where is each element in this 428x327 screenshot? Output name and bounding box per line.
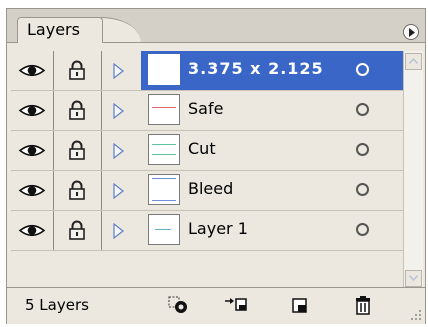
thumbnail-line xyxy=(155,229,171,230)
lock-toggle[interactable] xyxy=(53,51,102,90)
lock-icon xyxy=(69,180,85,200)
target-circle-icon[interactable] xyxy=(356,223,369,236)
expand-triangle-icon[interactable] xyxy=(113,103,124,119)
layer-row[interactable]: Cut xyxy=(11,131,403,171)
create-sublayer-button[interactable] xyxy=(223,294,247,316)
target-circle-icon[interactable] xyxy=(356,103,369,116)
eye-icon xyxy=(19,184,45,197)
layer-row[interactable]: Layer 1 xyxy=(11,211,403,251)
layer-name[interactable]: 3.375 x 2.125 xyxy=(188,59,324,78)
clipping-mask-icon xyxy=(168,296,187,313)
delete-layer-button[interactable] xyxy=(352,294,376,316)
eye-icon xyxy=(19,224,45,237)
layer-row[interactable]: Safe xyxy=(11,91,403,131)
chevron-down-icon xyxy=(409,275,418,281)
scroll-down-button[interactable] xyxy=(405,270,422,287)
expand-triangle-icon[interactable] xyxy=(113,183,124,199)
new-layer-icon xyxy=(292,298,307,313)
visibility-toggle[interactable] xyxy=(11,131,54,170)
eye-icon xyxy=(19,104,45,117)
eye-icon xyxy=(19,144,45,157)
lock-toggle[interactable] xyxy=(53,211,102,250)
scroll-up-button[interactable] xyxy=(405,53,422,70)
layer-name[interactable]: Layer 1 xyxy=(188,219,248,238)
make-clipping-mask-button[interactable] xyxy=(167,294,191,316)
lock-icon xyxy=(69,140,85,160)
layer-thumbnail xyxy=(148,174,180,205)
target-circle-icon[interactable] xyxy=(356,63,369,76)
lock-icon xyxy=(69,100,85,120)
expand-triangle-icon[interactable] xyxy=(113,143,124,159)
chevron-up-icon xyxy=(409,58,418,64)
layer-thumbnail xyxy=(148,54,180,85)
panel-tab-bar: Layers xyxy=(7,9,425,43)
trash-icon xyxy=(356,296,370,315)
lock-toggle[interactable] xyxy=(53,131,102,170)
visibility-toggle[interactable] xyxy=(11,211,54,250)
eye-icon xyxy=(19,64,45,77)
thumbnail-line xyxy=(152,178,176,179)
visibility-toggle[interactable] xyxy=(11,51,54,90)
layer-name[interactable]: Bleed xyxy=(188,179,233,198)
thumbnail-line xyxy=(152,200,176,201)
layer-thumbnail xyxy=(148,214,180,245)
create-new-layer-button[interactable] xyxy=(289,294,313,316)
layer-count: 5 Layers xyxy=(25,296,89,314)
visibility-toggle[interactable] xyxy=(11,91,54,130)
panel-footer: 5 Layers xyxy=(7,287,425,324)
expand-triangle-icon[interactable] xyxy=(113,223,124,239)
target-circle-icon[interactable] xyxy=(356,143,369,156)
layer-list: 3.375 x 2.125 Safe Cut Bleed Layer 1 xyxy=(11,51,403,265)
lock-toggle[interactable] xyxy=(53,91,102,130)
menu-arrow-icon xyxy=(409,28,415,37)
layer-row[interactable]: Bleed xyxy=(11,171,403,211)
layer-name[interactable]: Safe xyxy=(188,99,223,118)
target-circle-icon[interactable] xyxy=(356,183,369,196)
lock-icon xyxy=(69,220,85,240)
layer-thumbnail xyxy=(148,94,180,125)
layer-row[interactable]: 3.375 x 2.125 xyxy=(11,51,403,91)
new-sublayer-icon xyxy=(225,298,247,311)
layer-thumbnail xyxy=(148,134,180,165)
visibility-toggle[interactable] xyxy=(11,171,54,210)
vertical-scrollbar[interactable] xyxy=(403,51,423,295)
panel-menu-button[interactable] xyxy=(403,24,419,40)
lock-toggle[interactable] xyxy=(53,171,102,210)
thumbnail-line xyxy=(152,154,176,155)
layer-name[interactable]: Cut xyxy=(188,139,216,158)
expand-triangle-icon[interactable] xyxy=(113,63,124,79)
tab-layers[interactable]: Layers xyxy=(17,17,103,43)
layers-panel: Layers 3.375 x 2.125 Safe Cut Bleed Laye… xyxy=(6,8,426,324)
lock-icon xyxy=(69,60,85,80)
tab-curve xyxy=(101,17,141,42)
resize-grip-icon[interactable] xyxy=(410,309,422,321)
thumbnail-line xyxy=(152,144,176,145)
thumbnail-line xyxy=(152,107,176,108)
